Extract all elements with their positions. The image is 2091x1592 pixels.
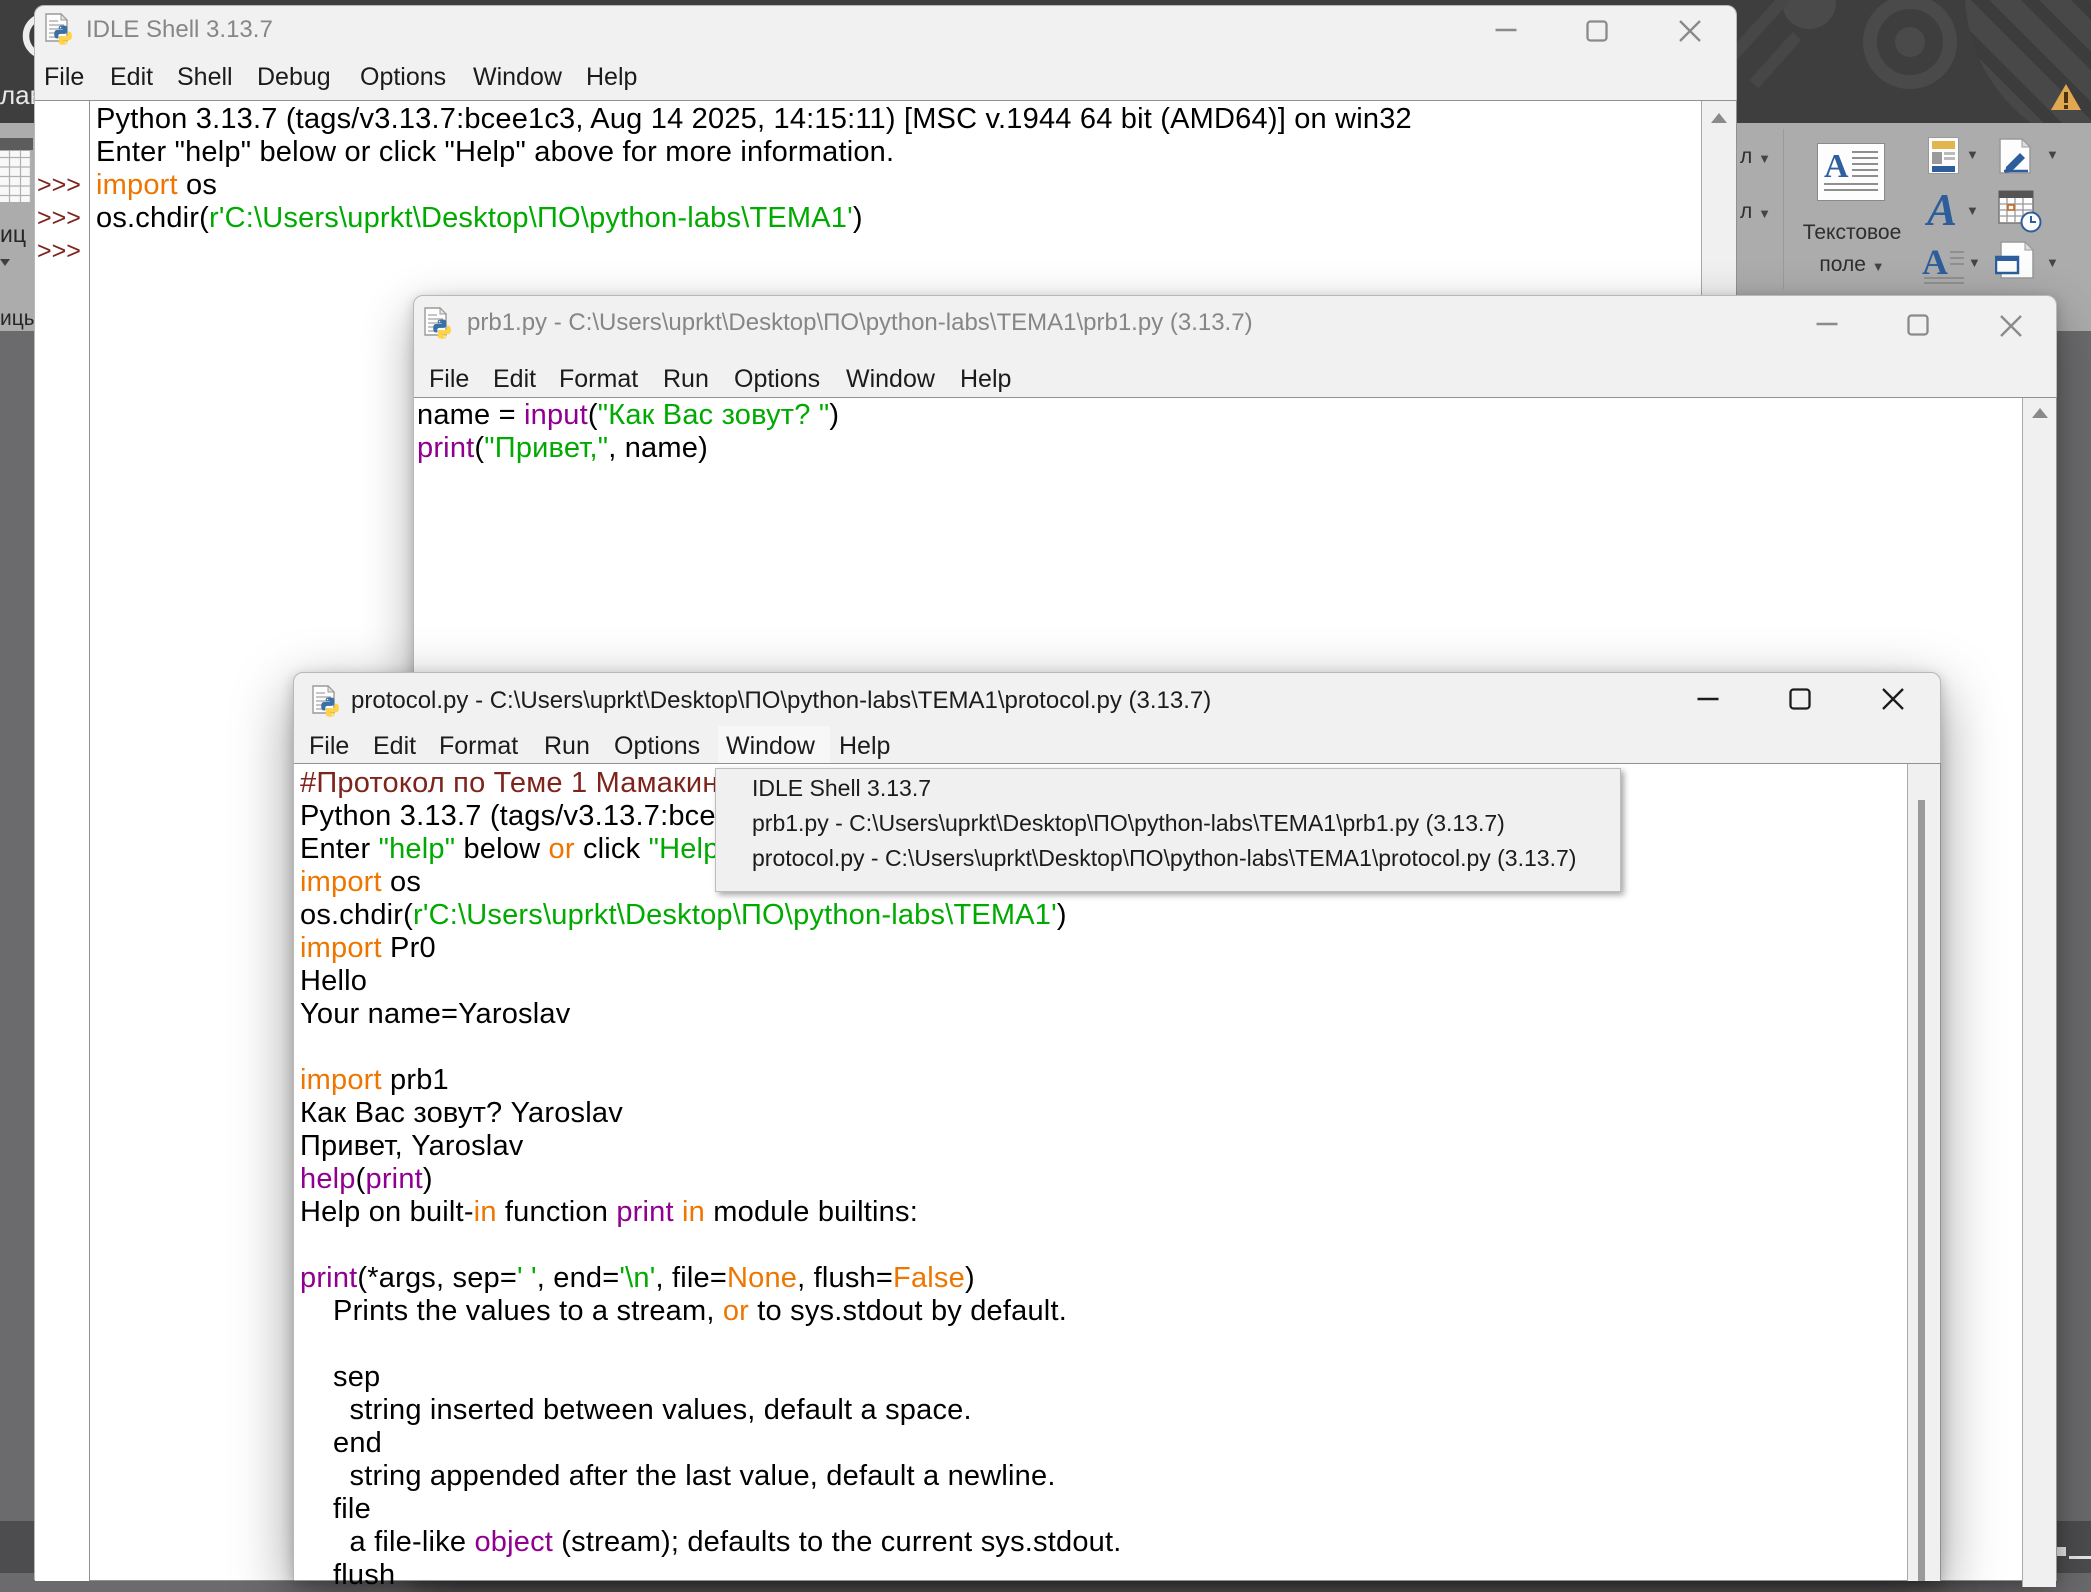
svg-text:A: A xyxy=(1925,187,1957,233)
svg-text:A: A xyxy=(1824,148,1849,185)
svg-text:A: A xyxy=(1922,242,1948,282)
